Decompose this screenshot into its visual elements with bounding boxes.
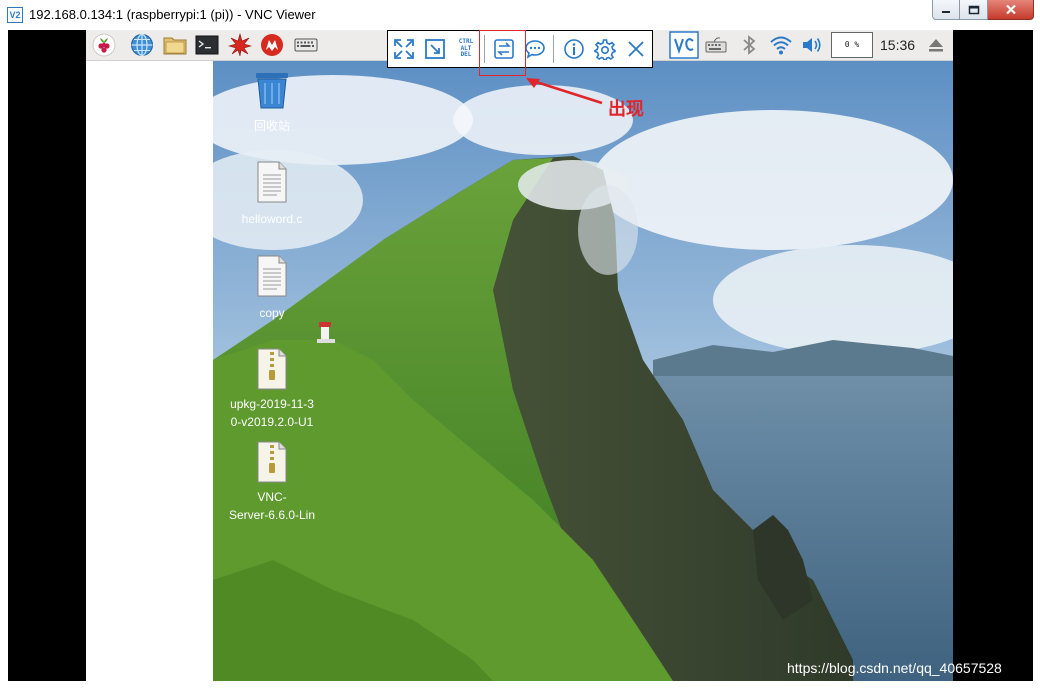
watermark-text: https://blog.csdn.net/qq_40657528 <box>787 660 1002 676</box>
vnc-viewer-app-icon[interactable]: V2 <box>7 7 23 23</box>
desktop-icon-file[interactable]: copy <box>217 255 327 322</box>
desktop-icon-label-line1: VNC- <box>257 490 287 504</box>
desktop-icon-trash[interactable]: 回收站 <box>217 70 327 135</box>
annotation-label: 出现 <box>608 99 644 120</box>
cpu-usage-label: 0 % <box>844 40 860 49</box>
file-manager-icon[interactable] <box>163 33 187 57</box>
window-controls <box>932 0 1034 21</box>
desktop-icon-label: 回收站 <box>253 119 290 133</box>
raspberry-menu-icon[interactable] <box>92 33 116 57</box>
settings-button[interactable] <box>591 35 619 63</box>
archive-file-icon <box>257 441 287 483</box>
maximize-button[interactable] <box>960 0 988 20</box>
remote-desktop[interactable]: 0 % 15:36 回收站 helloword.c copy upkg-2019… <box>86 30 953 681</box>
desktop-icon-archive[interactable]: VNC- Server-6.6.0-Lin <box>217 441 327 524</box>
web-browser-icon[interactable] <box>130 33 154 57</box>
window-title-bar[interactable]: V2 192.168.0.134:1 (raspberrypi:1 (pi)) … <box>0 0 1040 30</box>
volume-icon[interactable] <box>800 33 824 57</box>
mathematica-icon[interactable] <box>228 33 252 57</box>
gear-icon <box>594 39 616 60</box>
ctrl-alt-del-button[interactable]: CTRL ALT DEL <box>452 35 480 63</box>
cpu-usage-monitor[interactable]: 0 % <box>831 32 873 58</box>
annotation-arrow-icon <box>526 78 603 105</box>
info-icon <box>564 39 584 59</box>
fullscreen-icon <box>394 39 414 59</box>
vnc-server-icon[interactable] <box>669 31 699 59</box>
keyboard-layout-icon[interactable] <box>704 33 728 57</box>
scale-button[interactable] <box>421 35 449 63</box>
maximize-icon <box>968 5 979 14</box>
info-button[interactable] <box>560 35 588 63</box>
desktop-icon-archive[interactable]: upkg-2019-11-3 0-v2019.2.0-U1 <box>217 348 327 431</box>
desktop-icon-label-line2: 0-v2019.2.0-U1 <box>230 415 314 429</box>
taskbar-clock[interactable]: 15:36 <box>880 37 915 53</box>
keyboard-icon[interactable] <box>294 33 318 57</box>
desktop-icon-file[interactable]: helloword.c <box>217 161 327 228</box>
bluetooth-icon[interactable] <box>737 33 761 57</box>
terminal-icon[interactable] <box>195 33 219 57</box>
wolfram-icon[interactable] <box>260 33 284 57</box>
fullscreen-button[interactable] <box>390 35 418 63</box>
desktop-icon-label: helloword.c <box>241 212 303 226</box>
text-file-icon <box>257 255 287 297</box>
close-x-icon <box>1005 4 1016 15</box>
minimize-button[interactable] <box>932 0 960 20</box>
del-label: DEL <box>460 51 472 59</box>
trash-icon <box>256 73 288 109</box>
desktop-icon-label-line1: upkg-2019-11-3 <box>230 397 314 411</box>
close-toolbar-button[interactable] <box>622 35 650 63</box>
desktop-icon-label-line2: Server-6.6.0-Lin <box>228 508 316 522</box>
close-icon <box>628 41 644 57</box>
eject-icon[interactable] <box>924 33 948 57</box>
wifi-icon[interactable] <box>769 33 793 57</box>
window-title: 192.168.0.134:1 (raspberrypi:1 (pi)) - V… <box>29 7 316 22</box>
ctrl-alt-del-icon: CTRL ALT DEL <box>459 39 473 59</box>
annotation-highlight-box <box>479 30 526 76</box>
archive-file-icon <box>257 348 287 390</box>
minimize-icon <box>942 10 950 13</box>
scale-icon <box>425 39 445 59</box>
desktop-icon-label: copy <box>259 306 285 320</box>
text-file-icon <box>257 161 287 203</box>
toolbar-separator <box>553 35 554 63</box>
chat-icon <box>525 40 545 59</box>
close-window-button[interactable] <box>988 0 1034 20</box>
